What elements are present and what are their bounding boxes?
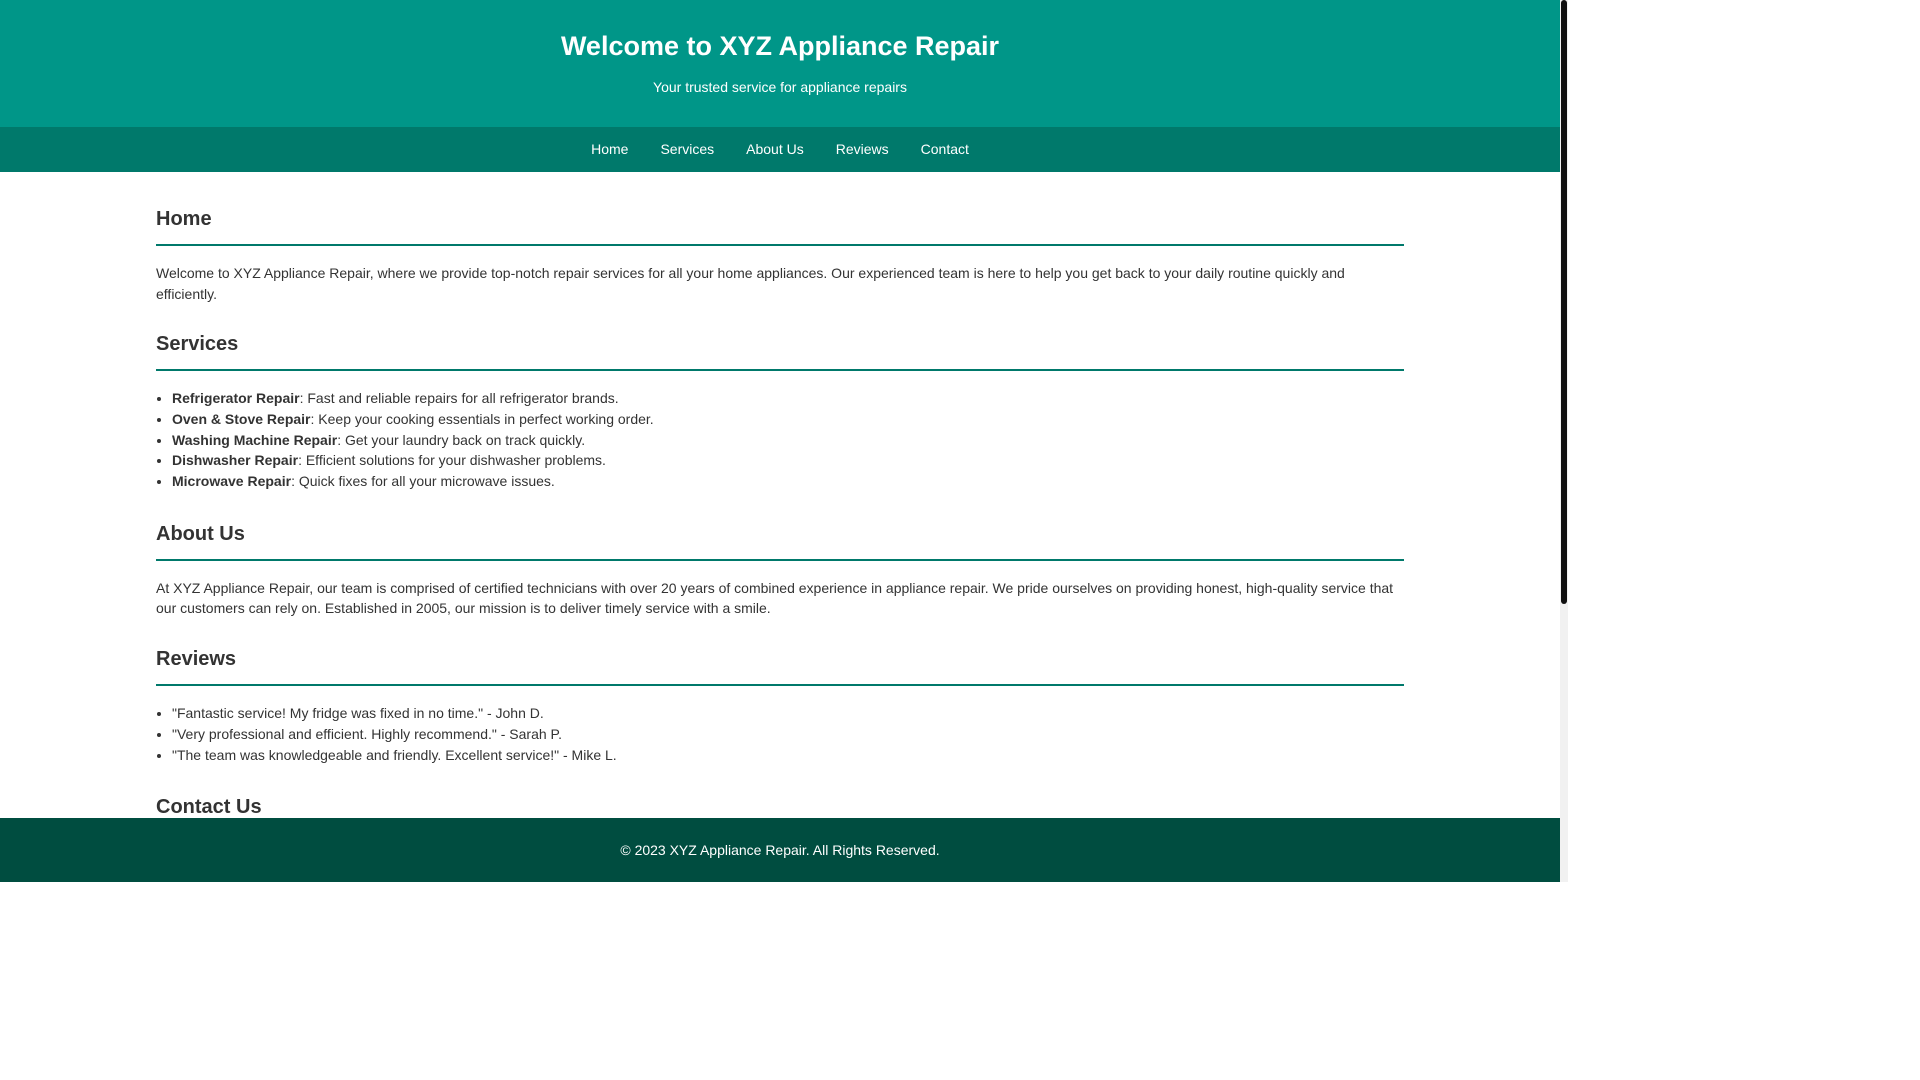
about-section: About Us At XYZ Appliance Repair, our te… bbox=[156, 522, 1404, 619]
service-item: Microwave Repair: Quick fixes for all yo… bbox=[172, 471, 1404, 492]
home-text: Welcome to XYZ Appliance Repair, where w… bbox=[156, 265, 1345, 302]
nav-link-reviews[interactable]: Reviews bbox=[836, 141, 889, 158]
review-item: "Fantastic service! My fridge was fixed … bbox=[172, 703, 1404, 724]
site-header: Welcome to XYZ Appliance Repair Your tru… bbox=[0, 0, 1560, 127]
about-heading: About Us bbox=[156, 522, 1404, 561]
service-name: Microwave Repair bbox=[172, 473, 292, 490]
site-footer: © 2023 XYZ Appliance Repair. All Rights … bbox=[0, 818, 1560, 882]
reviews-section: Reviews "Fantastic service! My fridge wa… bbox=[156, 647, 1404, 765]
site-title: Welcome to XYZ Appliance Repair bbox=[560, 31, 1000, 61]
service-desc: : Efficient solutions for your dishwashe… bbox=[298, 452, 606, 469]
main-nav: Home Services About Us Reviews Contact bbox=[0, 127, 1560, 172]
main-content: Home Welcome to XYZ Appliance Repair, wh… bbox=[156, 172, 1404, 835]
review-item: "Very professional and efficient. Highly… bbox=[172, 724, 1404, 745]
review-item: "The team was knowledgeable and friendly… bbox=[172, 745, 1404, 766]
service-item: Refrigerator Repair: Fast and reliable r… bbox=[172, 388, 1404, 409]
vertical-scrollbar[interactable] bbox=[1560, 0, 1568, 882]
site-tagline: Your trusted service for appliance repai… bbox=[653, 79, 907, 95]
services-section: Services Refrigerator Repair: Fast and r… bbox=[156, 332, 1404, 492]
nav-link-services[interactable]: Services bbox=[660, 141, 714, 158]
service-desc: : Fast and reliable repairs for all refr… bbox=[299, 390, 619, 406]
copyright-text: © 2023 XYZ Appliance Repair. All Rights … bbox=[620, 842, 940, 858]
service-desc: : Keep your cooking essentials in perfec… bbox=[310, 410, 654, 427]
home-section: Home Welcome to XYZ Appliance Repair, wh… bbox=[156, 207, 1404, 304]
scrollbar-thumb[interactable] bbox=[1561, 0, 1567, 604]
nav-link-about-us[interactable]: About Us bbox=[746, 141, 804, 158]
reviews-heading: Reviews bbox=[156, 647, 1404, 686]
service-name: Refrigerator Repair bbox=[172, 390, 300, 406]
service-item: Washing Machine Repair: Get your laundry… bbox=[172, 430, 1404, 451]
home-heading: Home bbox=[156, 207, 1404, 246]
service-name: Oven & Stove Repair bbox=[172, 410, 311, 427]
about-text: At XYZ Appliance Repair, our team is com… bbox=[156, 579, 1394, 617]
service-desc: : Get your laundry back on track quickly… bbox=[337, 431, 586, 448]
reviews-list: "Fantastic service! My fridge was fixed … bbox=[156, 703, 1404, 765]
services-list: Refrigerator Repair: Fast and reliable r… bbox=[156, 388, 1404, 492]
service-item: Oven & Stove Repair: Keep your cooking e… bbox=[172, 409, 1404, 430]
service-desc: : Quick fixes for all your microwave iss… bbox=[291, 473, 555, 490]
service-name: Dishwasher Repair bbox=[172, 452, 299, 469]
page: Welcome to XYZ Appliance Repair Your tru… bbox=[0, 0, 1560, 882]
service-item: Dishwasher Repair: Efficient solutions f… bbox=[172, 450, 1404, 471]
services-heading: Services bbox=[156, 332, 1404, 371]
nav-link-home[interactable]: Home bbox=[591, 141, 628, 158]
service-name: Washing Machine Repair bbox=[172, 431, 338, 448]
nav-link-contact[interactable]: Contact bbox=[921, 141, 969, 158]
